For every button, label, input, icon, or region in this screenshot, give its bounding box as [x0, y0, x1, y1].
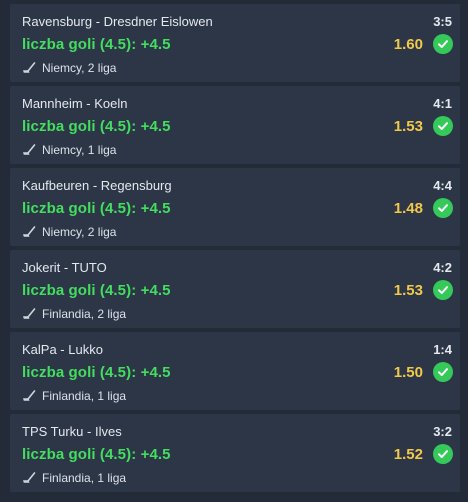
bet-odds: 1.60 — [393, 36, 423, 53]
match-score: 4:1 — [433, 96, 452, 111]
league-row: Finlandia, 1 liga — [22, 471, 126, 485]
hockey-stick-icon — [22, 390, 36, 402]
league-name: Niemcy, 2 liga — [42, 61, 117, 75]
league-row: Niemcy, 1 liga — [22, 143, 116, 157]
check-circle-icon — [433, 444, 453, 464]
match-teams: Mannheim - Koeln — [22, 96, 128, 111]
bet-odds: 1.53 — [393, 282, 423, 299]
bet-market: liczba goli (4.5): +4.5 — [22, 200, 171, 217]
check-circle-icon — [433, 116, 453, 136]
bet-odds: 1.53 — [393, 118, 423, 135]
match-teams: Ravensburg - Dresdner Eislowen — [22, 14, 213, 29]
bet-market: liczba goli (4.5): +4.5 — [22, 446, 171, 463]
league-name: Niemcy, 1 liga — [42, 143, 117, 157]
league-name: Finlandia, 2 liga — [42, 307, 127, 321]
bet-list: Ravensburg - Dresdner Eislowen 3:5 liczb… — [0, 0, 468, 502]
league-row: Niemcy, 2 liga — [22, 61, 116, 75]
bet-card[interactable]: TPS Turku - Ilves 3:2 liczba goli (4.5):… — [10, 414, 460, 492]
check-circle-icon — [433, 362, 453, 382]
bet-card[interactable]: Ravensburg - Dresdner Eislowen 3:5 liczb… — [10, 4, 460, 82]
match-teams: KalPa - Lukko — [22, 342, 103, 357]
bet-market: liczba goli (4.5): +4.5 — [22, 36, 171, 53]
match-teams: Kaufbeuren - Regensburg — [22, 178, 172, 193]
match-teams: Jokerit - TUTO — [22, 260, 107, 275]
bet-card[interactable]: Jokerit - TUTO 4:2 liczba goli (4.5): +4… — [10, 250, 460, 328]
match-score: 4:2 — [433, 260, 452, 275]
bet-card[interactable]: Kaufbeuren - Regensburg 4:4 liczba goli … — [10, 168, 460, 246]
bet-odds: 1.48 — [393, 200, 423, 217]
match-score: 4:4 — [433, 178, 452, 193]
league-row: Niemcy, 2 liga — [22, 225, 116, 239]
hockey-stick-icon — [22, 308, 36, 320]
match-score: 3:5 — [433, 14, 452, 29]
check-circle-icon — [433, 198, 453, 218]
bet-market: liczba goli (4.5): +4.5 — [22, 364, 171, 381]
bet-odds: 1.50 — [393, 364, 423, 381]
bet-market: liczba goli (4.5): +4.5 — [22, 282, 171, 299]
hockey-stick-icon — [22, 144, 36, 156]
match-teams: TPS Turku - Ilves — [22, 424, 122, 439]
match-score: 3:2 — [433, 424, 452, 439]
hockey-stick-icon — [22, 62, 36, 74]
bet-market: liczba goli (4.5): +4.5 — [22, 118, 171, 135]
bet-odds: 1.52 — [393, 446, 423, 463]
league-row: Finlandia, 1 liga — [22, 389, 126, 403]
league-name: Niemcy, 2 liga — [42, 225, 117, 239]
bet-card[interactable]: Mannheim - Koeln 4:1 liczba goli (4.5): … — [10, 86, 460, 164]
check-circle-icon — [433, 34, 453, 54]
bet-card[interactable]: KalPa - Lukko 1:4 liczba goli (4.5): +4.… — [10, 332, 460, 410]
league-name: Finlandia, 1 liga — [42, 471, 127, 485]
hockey-stick-icon — [22, 226, 36, 238]
match-score: 1:4 — [433, 342, 452, 357]
hockey-stick-icon — [22, 472, 36, 484]
league-name: Finlandia, 1 liga — [42, 389, 127, 403]
league-row: Finlandia, 2 liga — [22, 307, 126, 321]
check-circle-icon — [433, 280, 453, 300]
